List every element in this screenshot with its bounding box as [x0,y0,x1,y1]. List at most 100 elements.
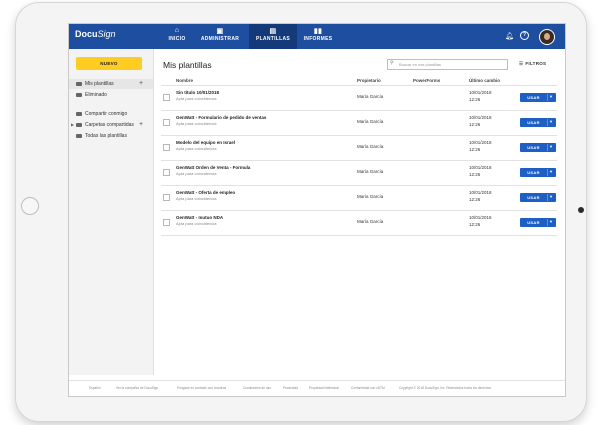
table-row[interactable]: GenWatt - mutuo NDA Apta para coincidenc… [161,211,557,235]
template-name[interactable]: GenWatt - mutuo NDA [176,215,223,220]
use-button[interactable]: USAR ▼ [520,168,556,177]
search-input[interactable]: ⚲ Buscar en mis plantillas [387,59,508,70]
add-folder-icon[interactable]: + [139,120,143,130]
reports-icon: ▮▮ [313,28,323,35]
sliders-icon: ☰ [519,61,524,66]
row-checkbox[interactable] [163,94,170,101]
use-label: USAR [527,145,540,150]
filters-label: FILTROS [525,61,547,66]
template-owner: María García [357,219,384,224]
avatar[interactable] [539,29,555,45]
row-checkbox[interactable] [163,194,170,201]
help-icon[interactable]: ? [520,31,529,40]
table-row[interactable]: GenWatt - Oferta de empleo Apta para coi… [161,186,557,210]
search-icon: ⚲ [390,60,394,66]
trash-icon [76,93,82,97]
add-folder-icon[interactable]: + [139,79,143,89]
sidebar-item-all-templates[interactable]: Todas las plantillas [69,131,153,141]
folder-icon [76,82,82,86]
chevron-down-icon[interactable]: ▼ [549,119,553,124]
last-change-date: 10/01/2018 [469,165,492,170]
home-icon: ⌂ [174,27,180,34]
sidebar-item-label: Carpetas compartidas [85,122,134,128]
last-change-date: 10/01/2018 [469,140,492,145]
row-checkbox[interactable] [163,219,170,226]
chevron-down-icon[interactable]: ▼ [549,169,553,174]
template-name[interactable]: GenWatt Orden de Venta - Formula [176,165,250,170]
last-change-date: 10/01/2018 [469,190,492,195]
column-header-powerforms[interactable]: PowerForms [413,78,440,83]
row-checkbox[interactable] [163,169,170,176]
chevron-down-icon[interactable]: ▼ [549,219,553,224]
footer-link[interactable]: Propiedad intelectual [309,386,339,390]
table-row[interactable]: GenWatt Orden de Venta - Formula Apta pa… [161,161,557,185]
folder-icon [76,112,82,116]
chevron-right-icon[interactable]: ▶ [71,120,74,130]
tab-label: INFORMES [303,36,333,42]
row-checkbox[interactable] [163,119,170,126]
tab-label: INICIO [168,36,186,42]
template-owner: María García [357,144,384,149]
template-owner: María García [357,119,384,124]
footer-link[interactable]: Privacidad [283,386,298,390]
template-name[interactable]: Modelo del equipo en Israel [176,140,235,145]
top-navigation-bar: DocuSign ⌂ INICIO ▣ ADMINISTRAR ▤ PLANTI… [69,24,565,49]
footer-link[interactable]: Condiciones de uso [243,386,271,390]
camera-dot [578,207,584,213]
search-placeholder: Buscar en mis plantillas [399,61,442,67]
last-change-time: 12:26 [469,147,481,152]
templates-icon: ▤ [269,28,277,35]
last-change-time: 12:26 [469,97,481,102]
table-row[interactable]: GenWatt - Formulario de pedido de ventas… [161,111,557,135]
last-change-time: 12:26 [469,222,481,227]
chevron-down-icon[interactable]: ▼ [549,144,553,149]
footer-link-language[interactable]: Español [89,386,101,390]
use-label: USAR [527,220,540,225]
table-row[interactable]: Sin título 10/01/2018 Apta para coincide… [161,86,557,110]
divider [161,235,557,236]
use-label: USAR [527,170,540,175]
column-header-last-change[interactable]: Último cambio [469,78,500,83]
tab-informes[interactable]: ▮▮ INFORMES [297,24,339,49]
chevron-down-icon[interactable]: ▼ [549,194,553,199]
tab-plantillas[interactable]: ▤ PLANTILLAS [249,24,297,49]
use-label: USAR [527,195,540,200]
tab-label: PLANTILLAS [255,36,291,42]
last-change-time: 12:26 [469,197,481,202]
template-subtitle: Apta para coincidencia [176,146,217,151]
tab-administrar[interactable]: ▣ ADMINISTRAR [191,24,249,49]
logo-text-sign: Sign [97,29,116,39]
home-button[interactable] [21,197,39,215]
sidebar-item-label: Compartir conmigo [85,111,128,117]
filters-button[interactable]: ☰ FILTROS [519,61,546,67]
sidebar-item-shared-folders[interactable]: ▶ Carpetas compartidas + [69,120,153,130]
use-button[interactable]: USAR ▼ [520,193,556,202]
use-button[interactable]: USAR ▼ [520,118,556,127]
footer-link[interactable]: Conformidad con xDTM [351,386,385,390]
template-name[interactable]: GenWatt - Formulario de pedido de ventas [176,115,266,120]
use-button[interactable]: USAR ▼ [520,143,556,152]
docusign-logo[interactable]: DocuSign [75,29,116,39]
column-header-name[interactable]: Nombre [176,78,193,83]
footer-link[interactable]: Ver la compañía de DocuSign [116,386,158,390]
sidebar-item-deleted[interactable]: Eliminado [69,90,153,100]
template-name[interactable]: GenWatt - Oferta de empleo [176,190,235,195]
use-button[interactable]: USAR ▼ [520,93,556,102]
table-row[interactable]: Modelo del equipo en Israel Apta para co… [161,136,557,160]
use-label: USAR [527,120,540,125]
sidebar: NUEVO Mis plantillas + Eliminado Compart… [69,49,154,375]
bell-icon[interactable]: 🔔︎ [505,32,514,40]
column-header-owner[interactable]: Propietario [357,78,381,83]
footer-link[interactable]: Póngase en contacto con nosotros [177,386,226,390]
template-name[interactable]: Sin título 10/01/2018 [176,90,219,95]
admin-icon: ▣ [216,28,224,35]
folder-icon [76,134,82,138]
tab-inicio[interactable]: ⌂ INICIO [163,24,191,49]
sidebar-item-my-templates[interactable]: Mis plantillas + [69,79,153,89]
chevron-down-icon[interactable]: ▼ [549,94,553,99]
sidebar-item-shared-with-me[interactable]: Compartir conmigo [69,109,153,119]
row-checkbox[interactable] [163,144,170,151]
new-button[interactable]: NUEVO [76,57,142,70]
use-button[interactable]: USAR ▼ [520,218,556,227]
sidebar-item-label: Todas las plantillas [85,133,127,139]
